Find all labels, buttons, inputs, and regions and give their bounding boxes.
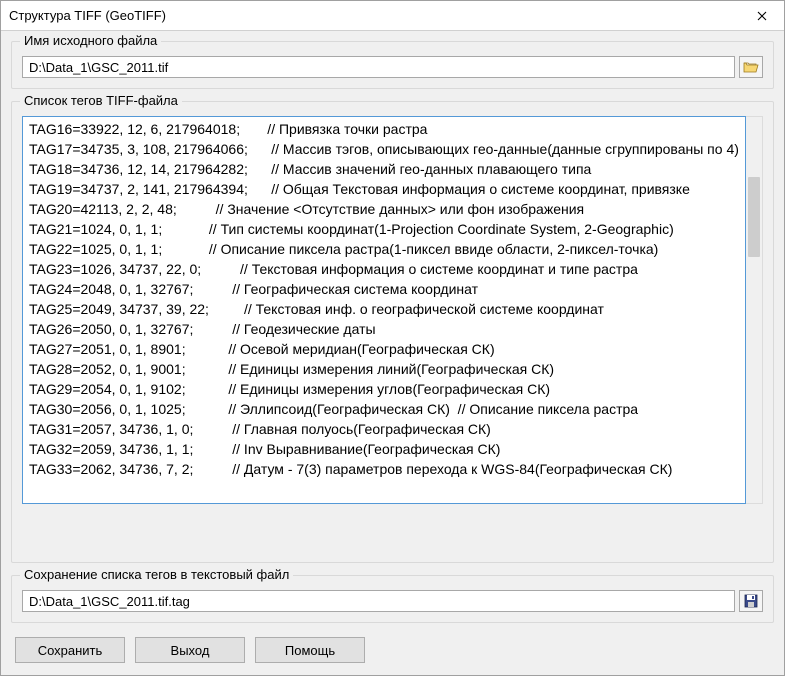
list-item[interactable]: TAG22=1025, 0, 1, 1; // Описание пиксела… <box>29 239 746 259</box>
list-item[interactable]: TAG33=2062, 34736, 7, 2; // Датум - 7(3)… <box>29 459 746 479</box>
list-item[interactable]: TAG31=2057, 34736, 1, 0; // Главная полу… <box>29 419 746 439</box>
button-row: Сохранить Выход Помощь <box>11 635 774 665</box>
list-item[interactable]: TAG24=2048, 0, 1, 32767; // Географическ… <box>29 279 746 299</box>
client-area: Имя исходного файла Список тегов TIFF-фа… <box>1 31 784 675</box>
list-item[interactable]: TAG32=2059, 34736, 1, 1; // Inv Выравнив… <box>29 439 746 459</box>
tags-legend: Список тегов TIFF-файла <box>20 93 182 108</box>
exit-button[interactable]: Выход <box>135 637 245 663</box>
tags-listbox[interactable]: TAG16=33922, 12, 6, 217964018; // Привяз… <box>22 116 746 504</box>
list-item[interactable]: TAG30=2056, 0, 1, 1025; // Эллипсоид(Гео… <box>29 399 746 419</box>
list-item[interactable]: TAG19=34737, 2, 141, 217964394; // Общая… <box>29 179 746 199</box>
save-button[interactable]: Сохранить <box>15 637 125 663</box>
close-icon <box>757 11 767 21</box>
main-window: Структура TIFF (GeoTIFF) Имя исходного ф… <box>0 0 785 676</box>
list-item[interactable]: TAG18=34736, 12, 14, 217964282; // Масси… <box>29 159 746 179</box>
list-item[interactable]: TAG29=2054, 0, 1, 9102; // Единицы измер… <box>29 379 746 399</box>
list-item[interactable]: TAG23=1026, 34737, 22, 0; // Текстовая и… <box>29 259 746 279</box>
save-icon <box>744 594 758 608</box>
save-legend: Сохранение списка тегов в текстовый файл <box>20 567 293 582</box>
list-item[interactable]: TAG28=2052, 0, 1, 9001; // Единицы измер… <box>29 359 746 379</box>
list-item[interactable]: TAG26=2050, 0, 1, 32767; // Геодезически… <box>29 319 746 339</box>
close-button[interactable] <box>739 1 784 30</box>
list-item[interactable]: TAG21=1024, 0, 1, 1; // Тип системы коор… <box>29 219 746 239</box>
folder-open-icon <box>743 60 759 74</box>
source-legend: Имя исходного файла <box>20 33 161 48</box>
save-path-input[interactable] <box>22 590 735 612</box>
browse-button[interactable] <box>739 56 763 78</box>
list-item[interactable]: TAG27=2051, 0, 1, 8901; // Осевой мериди… <box>29 339 746 359</box>
save-group: Сохранение списка тегов в текстовый файл <box>11 575 774 623</box>
source-group: Имя исходного файла <box>11 41 774 89</box>
tags-group: Список тегов TIFF-файла TAG16=33922, 12,… <box>11 101 774 563</box>
list-item[interactable]: TAG25=2049, 34737, 39, 22; // Текстовая … <box>29 299 746 319</box>
save-file-button[interactable] <box>739 590 763 612</box>
vertical-scrollbar[interactable] <box>746 116 763 504</box>
list-item[interactable]: TAG16=33922, 12, 6, 217964018; // Привяз… <box>29 119 746 139</box>
titlebar: Структура TIFF (GeoTIFF) <box>1 1 784 31</box>
list-item[interactable]: TAG17=34735, 3, 108, 217964066; // Масси… <box>29 139 746 159</box>
window-title: Структура TIFF (GeoTIFF) <box>9 8 166 23</box>
list-item[interactable]: TAG20=42113, 2, 2, 48; // Значение <Отсу… <box>29 199 746 219</box>
source-path-input[interactable] <box>22 56 735 78</box>
scrollbar-thumb[interactable] <box>748 177 760 257</box>
help-button[interactable]: Помощь <box>255 637 365 663</box>
